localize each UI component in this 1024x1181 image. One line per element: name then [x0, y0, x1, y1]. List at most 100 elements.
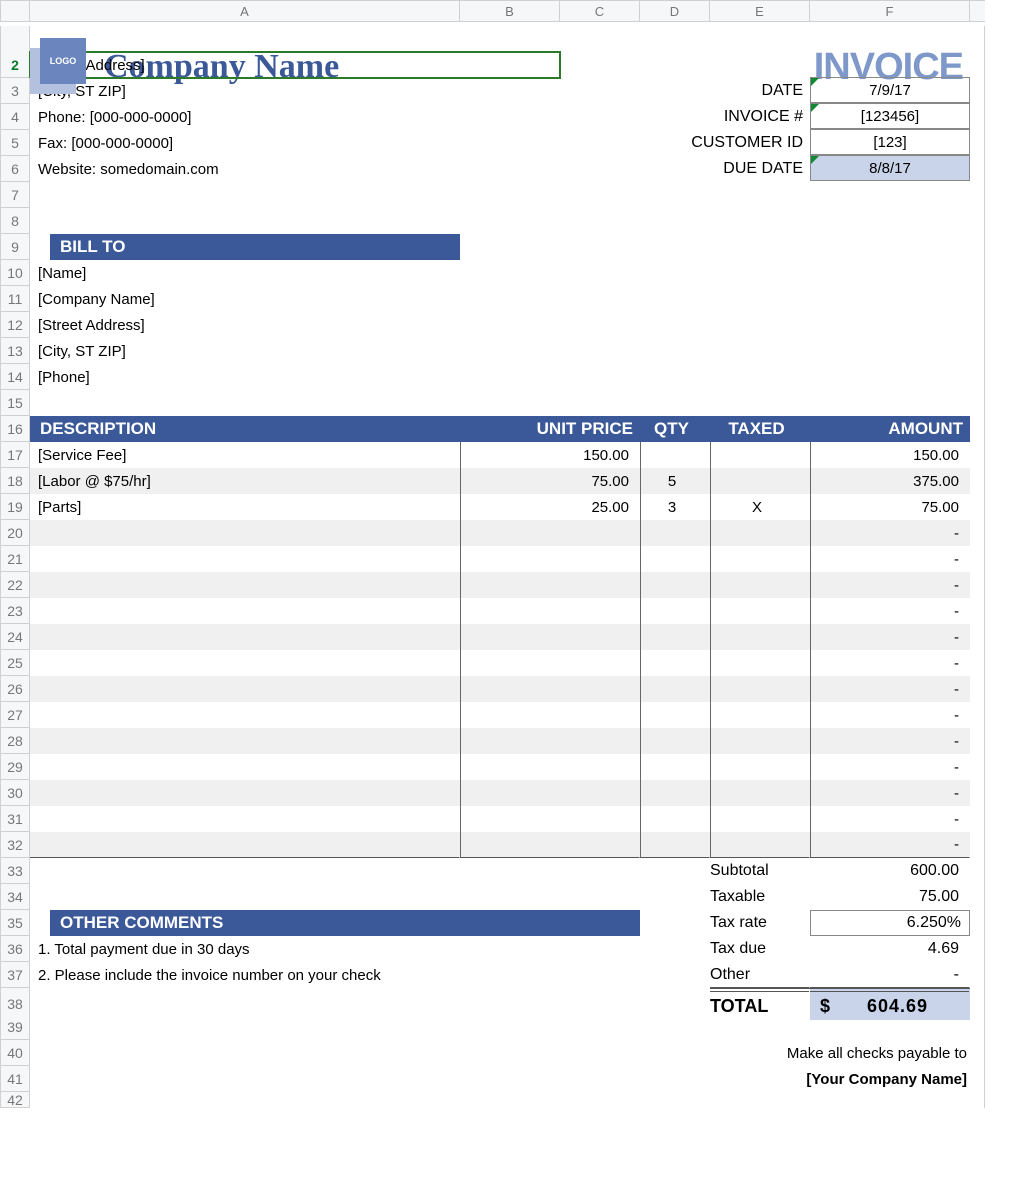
row-header-16[interactable]: 16 [0, 416, 30, 442]
cell-blank[interactable] [560, 52, 970, 78]
qty-1[interactable]: 5 [640, 468, 710, 494]
hdr-unit-price[interactable]: UNIT PRICE [460, 416, 640, 442]
customer-id-cell[interactable]: [123] [810, 129, 970, 155]
bill-to-phone[interactable]: [Phone] [30, 364, 970, 390]
tax-1[interactable] [710, 468, 810, 494]
row-header-23[interactable]: 23 [0, 598, 30, 624]
amt-empty[interactable]: - [810, 806, 970, 832]
date-value-cell[interactable]: 7/9/17 [810, 77, 970, 103]
hdr-taxed[interactable]: TAXED [710, 416, 810, 442]
row-header-24[interactable]: 24 [0, 624, 30, 650]
bill-to-company[interactable]: [Company Name] [30, 286, 970, 312]
row-header-41[interactable]: 41 [0, 1066, 30, 1092]
tax-0[interactable] [710, 442, 810, 468]
other-label[interactable]: Other [710, 962, 810, 988]
bill-to-city[interactable]: [City, ST ZIP] [30, 338, 970, 364]
taxable-value[interactable]: 75.00 [810, 884, 970, 910]
amt-empty[interactable]: - [810, 650, 970, 676]
tax-due-value[interactable]: 4.69 [810, 936, 970, 962]
row-header-14[interactable]: 14 [0, 364, 30, 390]
row-header-33[interactable]: 33 [0, 858, 30, 884]
desc-1[interactable]: [Labor @ $75/hr] [30, 468, 460, 494]
row-header-13[interactable]: 13 [0, 338, 30, 364]
other-value[interactable]: - [810, 962, 970, 988]
col-header-A[interactable]: A [30, 0, 460, 22]
cell-A2[interactable]: [Street Address] [30, 52, 560, 78]
col-header-E[interactable]: E [710, 0, 810, 22]
taxable-label[interactable]: Taxable [710, 884, 810, 910]
total-value-cell[interactable]: $ 604.69 [810, 988, 970, 1020]
hdr-amount[interactable]: AMOUNT [810, 416, 970, 442]
row-header-35[interactable]: 35 [0, 910, 30, 936]
price-1[interactable]: 75.00 [460, 468, 640, 494]
row-header-3[interactable]: 3 [0, 78, 30, 104]
qty-2[interactable]: 3 [640, 494, 710, 520]
amt-1[interactable]: 375.00 [810, 468, 970, 494]
amt-empty[interactable]: - [810, 624, 970, 650]
row-header-34[interactable]: 34 [0, 884, 30, 910]
row-header-7[interactable]: 7 [0, 182, 30, 208]
amt-empty[interactable]: - [810, 832, 970, 858]
due-date-label[interactable]: DUE DATE [560, 156, 810, 182]
spreadsheet-grid[interactable]: A B C D E F 1 LOGO Company Name INVOICE … [0, 0, 1005, 1118]
row-header-30[interactable]: 30 [0, 780, 30, 806]
amt-empty[interactable]: - [810, 754, 970, 780]
amt-empty[interactable]: - [810, 676, 970, 702]
desc-0[interactable]: [Service Fee] [30, 442, 460, 468]
row-header-26[interactable]: 26 [0, 676, 30, 702]
amt-empty[interactable]: - [810, 546, 970, 572]
row-header-40[interactable]: 40 [0, 1040, 30, 1066]
comment-1[interactable]: 1. Total payment due in 30 days [30, 936, 710, 962]
comment-2[interactable]: 2. Please include the invoice number on … [30, 962, 710, 988]
row-header-21[interactable]: 21 [0, 546, 30, 572]
subtotal-label[interactable]: Subtotal [710, 858, 810, 884]
hdr-qty[interactable]: QTY [640, 416, 710, 442]
col-header-B[interactable]: B [460, 0, 560, 22]
tax-2[interactable]: X [710, 494, 810, 520]
row-header-39[interactable]: 39 [0, 1014, 30, 1040]
date-label[interactable]: DATE [560, 78, 810, 104]
amt-empty[interactable]: - [810, 572, 970, 598]
row-header-9[interactable]: 9 [0, 234, 30, 260]
row-header-11[interactable]: 11 [0, 286, 30, 312]
row-header-8[interactable]: 8 [0, 208, 30, 234]
row-header-2[interactable]: 2 [0, 52, 30, 78]
hdr-description[interactable]: DESCRIPTION [30, 416, 460, 442]
price-2[interactable]: 25.00 [460, 494, 640, 520]
comments-title[interactable]: OTHER COMMENTS [50, 910, 640, 936]
row-header-32[interactable]: 32 [0, 832, 30, 858]
amt-empty[interactable]: - [810, 728, 970, 754]
bill-to-street[interactable]: [Street Address] [30, 312, 970, 338]
row-header-15[interactable]: 15 [0, 390, 30, 416]
desc-2[interactable]: [Parts] [30, 494, 460, 520]
due-date-cell[interactable]: 8/8/17 [810, 155, 970, 181]
cell-A5[interactable]: Fax: [000-000-0000] [30, 130, 560, 156]
amt-empty[interactable]: - [810, 702, 970, 728]
select-all-corner[interactable] [0, 0, 30, 22]
row-header-12[interactable]: 12 [0, 312, 30, 338]
row-header-5[interactable]: 5 [0, 130, 30, 156]
row-header-28[interactable]: 28 [0, 728, 30, 754]
price-0[interactable]: 150.00 [460, 442, 640, 468]
subtotal-value[interactable]: 600.00 [810, 858, 970, 884]
amt-empty[interactable]: - [810, 780, 970, 806]
bill-to-title[interactable]: BILL TO [50, 234, 460, 260]
col-header-D[interactable]: D [640, 0, 710, 22]
row-header-6[interactable]: 6 [0, 156, 30, 182]
row-header-27[interactable]: 27 [0, 702, 30, 728]
tax-due-label[interactable]: Tax due [710, 936, 810, 962]
tax-rate-value[interactable]: 6.250% [810, 910, 970, 936]
row-header-20[interactable]: 20 [0, 520, 30, 546]
invoice-no-label[interactable]: INVOICE # [560, 104, 810, 130]
row-header-4[interactable]: 4 [0, 104, 30, 130]
amt-empty[interactable]: - [810, 598, 970, 624]
row-header-25[interactable]: 25 [0, 650, 30, 676]
row-header-29[interactable]: 29 [0, 754, 30, 780]
row-header-37[interactable]: 37 [0, 962, 30, 988]
cell-A3[interactable]: [City, ST ZIP] [30, 78, 560, 104]
amt-empty[interactable]: - [810, 520, 970, 546]
cell-A6[interactable]: Website: somedomain.com [30, 156, 560, 182]
row-header-18[interactable]: 18 [0, 468, 30, 494]
row-header-22[interactable]: 22 [0, 572, 30, 598]
row-header-17[interactable]: 17 [0, 442, 30, 468]
